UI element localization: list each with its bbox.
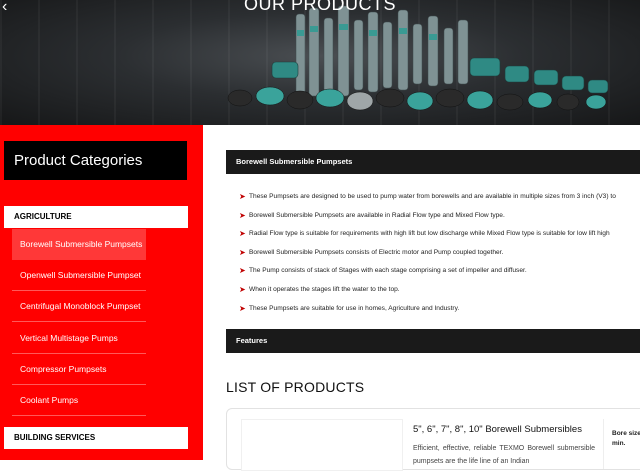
sidebar-item-vertical-multistage[interactable]: Vertical Multistage Pumps <box>12 323 146 354</box>
list-item: ➤ When it operates the stages lift the wa… <box>239 281 640 300</box>
arrow-right-icon: ➤ <box>239 229 246 239</box>
main-content: Borewell Submersible Pumpsets ➤ These Pum… <box>203 125 640 471</box>
pump-products-image <box>227 5 609 111</box>
sidebar-item-openwell-submersible[interactable]: Openwell Submersible Pumpset <box>12 260 146 291</box>
sidebar-section-agriculture[interactable]: AGRICULTURE <box>4 206 188 228</box>
list-item: ➤ Radial Flow type is suitable for requir… <box>239 225 640 244</box>
list-item: ➤ These Pumpsets are designed to be used … <box>239 188 640 207</box>
sidebar-item-centrifugal-monoblock[interactable]: Centrifugal Monoblock Pumpset <box>12 291 146 322</box>
arrow-right-icon: ➤ <box>239 266 246 276</box>
list-of-products-heading: LIST OF PRODUCTS <box>226 379 365 395</box>
sidebar: Product Categories AGRICULTURE Borewell … <box>0 125 203 460</box>
list-item: ➤ These Pumpsets are suitable for use in … <box>239 300 640 319</box>
section-title-bar: Borewell Submersible Pumpsets <box>226 150 640 174</box>
list-item: ➤ Borewell Submersible Pumpsets are avail… <box>239 207 640 226</box>
sidebar-item-borewell-submersible[interactable]: Borewell Submersible Pumpsets <box>12 229 146 260</box>
arrow-right-icon: ➤ <box>239 247 246 257</box>
features-bar[interactable]: Features <box>226 329 640 353</box>
product-title[interactable]: 5", 6", 7", 8", 10" Borewell Submersible… <box>413 424 582 435</box>
sidebar-section-building-services[interactable]: BUILDING SERVICES <box>4 427 188 449</box>
product-description: Efficient, effective, reliable TEXMO Bor… <box>413 445 595 465</box>
bore-size-label: Bore size min. <box>603 419 640 469</box>
product-image <box>241 419 403 471</box>
page-title: OUR PRODUCTS <box>243 0 396 14</box>
list-item: ➤ The Pump consists of stack of Stages wi… <box>239 262 640 281</box>
list-item: ➤ Borewell Submersible Pumpsets consists … <box>239 244 640 263</box>
hero-banner: ‹ OUR PRODUCTS <box>0 0 640 125</box>
arrow-right-icon: ➤ <box>239 210 246 220</box>
sidebar-item-compressor[interactable]: Compressor Pumpsets <box>12 354 146 385</box>
arrow-right-icon: ➤ <box>239 192 246 201</box>
bullet-list: ➤ These Pumpsets are designed to be used … <box>239 188 640 318</box>
product-card[interactable]: 5", 6", 7", 8", 10" Borewell Submersible… <box>226 408 640 471</box>
sidebar-heading: Product Categories <box>4 141 187 180</box>
arrow-right-icon: ➤ <box>239 284 246 294</box>
sidebar-item-coolant[interactable]: Coolant Pumps <box>12 385 146 416</box>
arrow-right-icon: ➤ <box>239 303 246 313</box>
